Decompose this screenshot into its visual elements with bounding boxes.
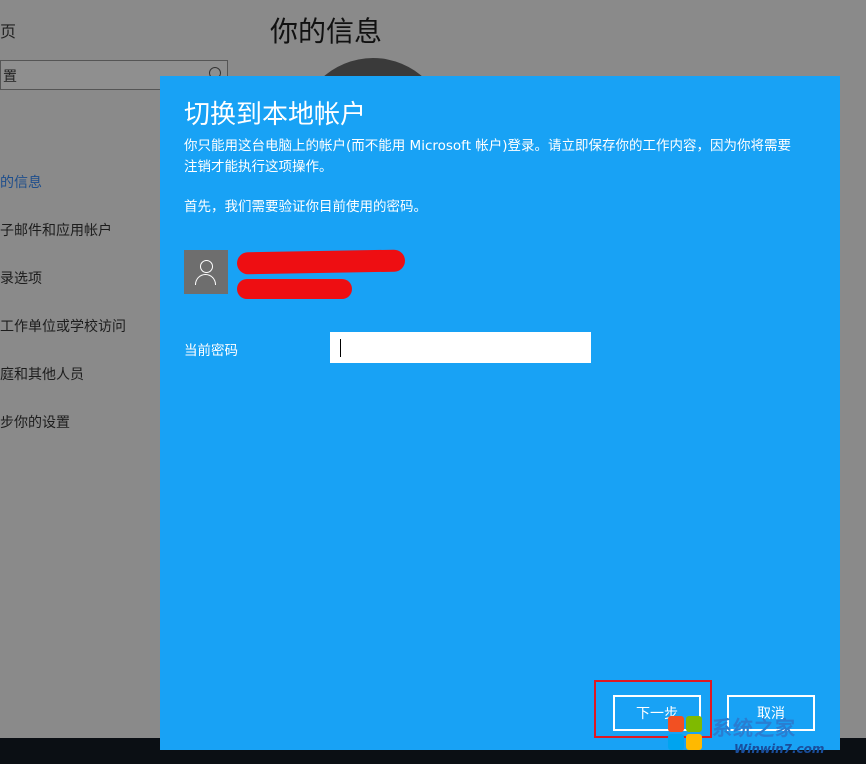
redaction-mark-name <box>236 249 406 275</box>
nav-item-family-other-people[interactable]: 庭和其他人员 <box>0 364 84 384</box>
nav-item-sync-settings[interactable]: 步你的设置 <box>0 412 70 432</box>
avatar-body-shape <box>195 274 216 285</box>
user-avatar-icon <box>184 250 228 294</box>
redaction-mark-email <box>237 279 352 299</box>
windows-logo-icon <box>668 716 704 752</box>
switch-local-account-dialog: 切换到本地帐户 你只能用这台电脑上的帐户(而不能用 Microsoft 帐户)登… <box>160 76 840 750</box>
nav-item-your-info[interactable]: 的信息 <box>0 172 42 192</box>
avatar-head-shape <box>200 260 213 273</box>
page-title: 你的信息 <box>270 15 383 48</box>
current-password-input[interactable] <box>330 332 591 363</box>
dialog-description: 你只能用这台电脑上的帐户(而不能用 Microsoft 帐户)登录。请立即保存你… <box>184 138 792 175</box>
nav-item-work-school-access[interactable]: 工作单位或学校访问 <box>0 316 126 336</box>
text-caret <box>340 339 341 357</box>
site-watermark: 系统之家 Winwin7.com <box>668 712 866 764</box>
watermark-text: 系统之家 <box>712 716 796 740</box>
nav-item-email-accounts[interactable]: 子邮件和应用帐户 <box>0 220 112 240</box>
watermark-url: Winwin7.com <box>734 742 825 756</box>
password-label: 当前密码 <box>184 343 238 359</box>
dialog-title: 切换到本地帐户 <box>184 100 367 130</box>
search-text: 置 <box>3 69 17 85</box>
verify-instruction: 首先，我们需要验证你目前使用的密码。 <box>184 199 427 215</box>
nav-item-sign-in-options[interactable]: 录选项 <box>0 268 42 288</box>
settings-home-label: 页 <box>0 22 17 41</box>
